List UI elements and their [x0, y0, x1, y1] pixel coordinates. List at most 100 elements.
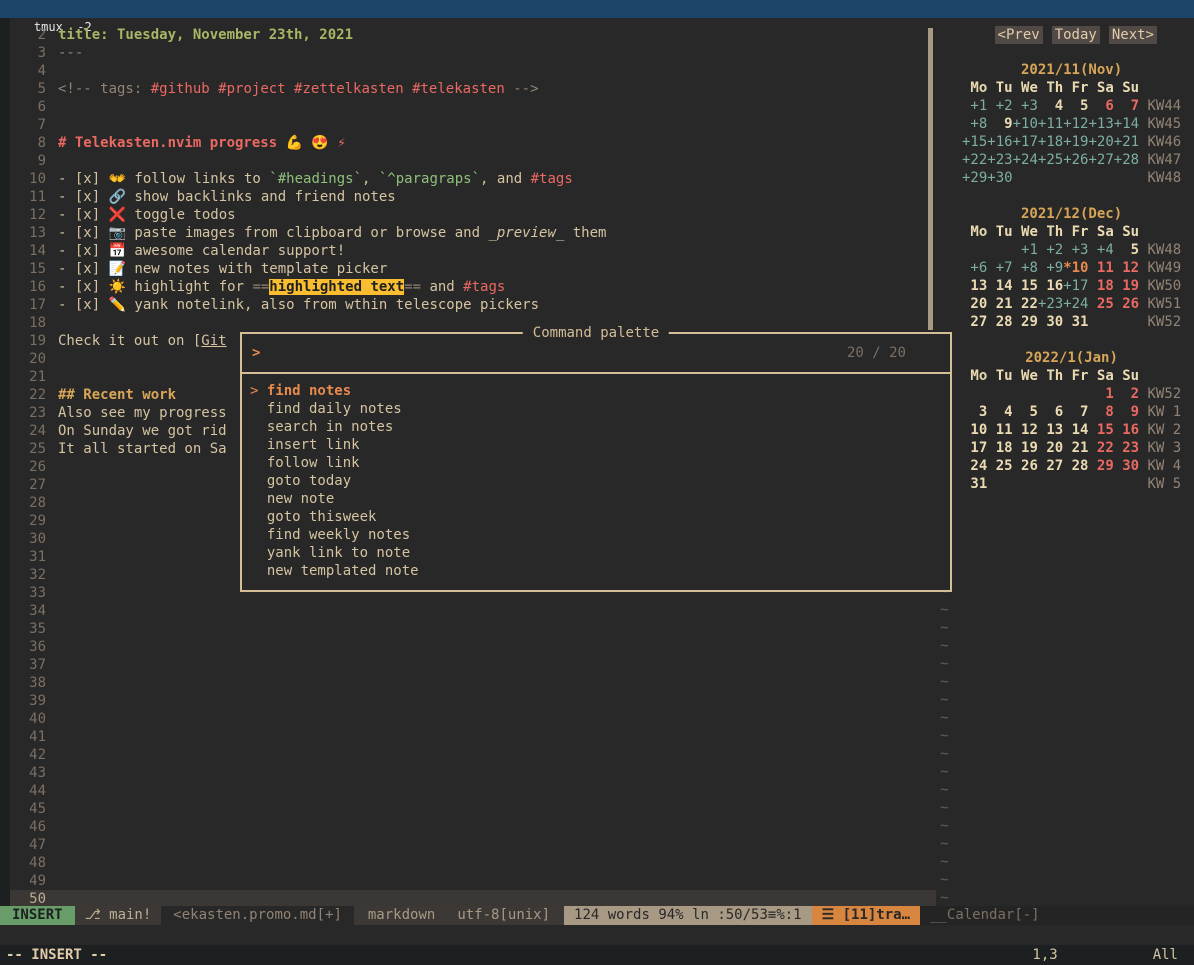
editor-line-39[interactable]: 39	[0, 692, 936, 710]
editor-line-4[interactable]: 4	[0, 62, 936, 80]
palette-item[interactable]: search in notes	[242, 418, 950, 436]
calendar-day[interactable]: 15	[1013, 278, 1038, 294]
calendar-day[interactable]: 7	[1063, 404, 1088, 420]
editor-line-38[interactable]: 38	[0, 674, 936, 692]
calendar-day[interactable]: 14	[1063, 422, 1088, 438]
calendar-day[interactable]: 9	[987, 116, 1012, 132]
editor-line-18[interactable]: 18	[0, 314, 936, 332]
palette-item[interactable]: > find notes	[242, 382, 950, 400]
calendar-day[interactable]: +2	[1038, 242, 1063, 258]
calendar-prev-button[interactable]: <Prev	[995, 26, 1043, 44]
calendar-day[interactable]: 31	[962, 476, 987, 492]
calendar-day[interactable]: 25	[987, 458, 1012, 474]
editor-line-47[interactable]: 47	[0, 836, 936, 854]
calendar-day[interactable]: +8	[962, 116, 987, 132]
calendar-day[interactable]: +9	[1038, 260, 1063, 276]
calendar-day[interactable]: 22	[1088, 440, 1113, 456]
calendar-day[interactable]: +28	[1114, 152, 1139, 168]
calendar-day[interactable]: +6	[962, 260, 987, 276]
scrollbar[interactable]	[928, 28, 933, 330]
calendar-day[interactable]: +3	[1013, 98, 1038, 114]
calendar-day[interactable]: 25	[1088, 296, 1113, 312]
editor-line-5[interactable]: 5<!-- tags: #github #project #zettelkast…	[0, 80, 936, 98]
calendar-day[interactable]: 15	[1088, 422, 1113, 438]
palette-item[interactable]: goto today	[242, 472, 950, 490]
editor-line-15[interactable]: 15- [x] 📝 new notes with template picker	[0, 260, 936, 278]
calendar-day[interactable]: +10	[1013, 116, 1038, 132]
editor-line-7[interactable]: 7	[0, 116, 936, 134]
editor-line-36[interactable]: 36	[0, 638, 936, 656]
editor-line-41[interactable]: 41	[0, 728, 936, 746]
editor-line-45[interactable]: 45	[0, 800, 936, 818]
palette-item[interactable]: find weekly notes	[242, 526, 950, 544]
editor-line-49[interactable]: 49	[0, 872, 936, 890]
calendar-day[interactable]: +25	[1038, 152, 1063, 168]
calendar-day[interactable]: 13	[962, 278, 987, 294]
calendar-day[interactable]: 27	[1038, 458, 1063, 474]
calendar-day[interactable]: 16	[1114, 422, 1139, 438]
palette-item[interactable]: new templated note	[242, 562, 950, 580]
calendar-day[interactable]: 24	[962, 458, 987, 474]
calendar-day[interactable]: 1	[1088, 386, 1113, 402]
calendar-day[interactable]: 29	[1088, 458, 1113, 474]
calendar-day[interactable]: 12	[1114, 260, 1139, 276]
calendar-day[interactable]: 5	[1114, 242, 1139, 258]
palette-item[interactable]: new note	[242, 490, 950, 508]
editor-line-34[interactable]: 34	[0, 602, 936, 620]
calendar-day[interactable]: 22	[1013, 296, 1038, 312]
editor-line-46[interactable]: 46	[0, 818, 936, 836]
calendar-day[interactable]: 6	[1038, 404, 1063, 420]
calendar-day[interactable]: +7	[987, 260, 1012, 276]
editor-line-35[interactable]: 35	[0, 620, 936, 638]
calendar-day[interactable]: +18	[1038, 134, 1063, 150]
calendar-day[interactable]: +19	[1063, 134, 1088, 150]
editor-line-40[interactable]: 40	[0, 710, 936, 728]
calendar-day[interactable]: +11	[1038, 116, 1063, 132]
calendar-day[interactable]: 20	[962, 296, 987, 312]
calendar-day[interactable]: +12	[1063, 116, 1088, 132]
calendar-next-button[interactable]: Next>	[1109, 26, 1157, 44]
editor-line-50[interactable]: 50	[0, 890, 936, 906]
calendar-day[interactable]: 5	[1013, 404, 1038, 420]
calendar-day[interactable]: 18	[987, 440, 1012, 456]
calendar-day[interactable]: +2	[987, 98, 1012, 114]
calendar-day[interactable]: +27	[1088, 152, 1113, 168]
calendar-day[interactable]: +17	[1013, 134, 1038, 150]
palette-item[interactable]: yank link to note	[242, 544, 950, 562]
calendar-day[interactable]: +3	[1063, 242, 1088, 258]
calendar-day[interactable]: 8	[1088, 404, 1113, 420]
editor-line-3[interactable]: 3---	[0, 44, 936, 62]
calendar-day[interactable]: +26	[1063, 152, 1088, 168]
calendar-day[interactable]: 27	[962, 314, 987, 330]
editor-line-9[interactable]: 9	[0, 152, 936, 170]
calendar-day[interactable]: 2	[1114, 386, 1139, 402]
buffer-tabs[interactable]: ☰ [11]tra…	[812, 906, 920, 925]
editor-line-44[interactable]: 44	[0, 782, 936, 800]
calendar-day[interactable]: 5	[1063, 98, 1088, 114]
calendar-day[interactable]: +14	[1114, 116, 1139, 132]
editor-line-12[interactable]: 12- [x] ❌ toggle todos	[0, 206, 936, 224]
calendar-day[interactable]: 9	[1114, 404, 1139, 420]
calendar-day[interactable]: +24	[1063, 296, 1088, 312]
calendar-day[interactable]: 23	[1114, 440, 1139, 456]
calendar-day[interactable]: 21	[1063, 440, 1088, 456]
editor-line-10[interactable]: 10- [x] 👐 follow links to `#headings`, `…	[0, 170, 936, 188]
calendar-day[interactable]: 14	[987, 278, 1012, 294]
calendar-day[interactable]: 28	[987, 314, 1012, 330]
calendar-day[interactable]: +17	[1063, 278, 1088, 294]
calendar-day[interactable]: +8	[1013, 260, 1038, 276]
calendar-day[interactable]: 7	[1114, 98, 1139, 114]
calendar-day[interactable]: +29	[962, 170, 987, 186]
calendar-day[interactable]: 21	[987, 296, 1012, 312]
calendar-day[interactable]: +15	[962, 134, 987, 150]
calendar-day[interactable]: 30	[1114, 458, 1139, 474]
calendar-day[interactable]: +16	[987, 134, 1012, 150]
calendar-day[interactable]: +22	[962, 152, 987, 168]
palette-item[interactable]: goto thisweek	[242, 508, 950, 526]
editor-line-2[interactable]: 2title: Tuesday, November 23th, 2021	[0, 26, 936, 44]
palette-item[interactable]: follow link	[242, 454, 950, 472]
palette-item[interactable]: find daily notes	[242, 400, 950, 418]
calendar-day[interactable]: +21	[1114, 134, 1139, 150]
editor-line-42[interactable]: 42	[0, 746, 936, 764]
palette-item[interactable]: insert link	[242, 436, 950, 454]
